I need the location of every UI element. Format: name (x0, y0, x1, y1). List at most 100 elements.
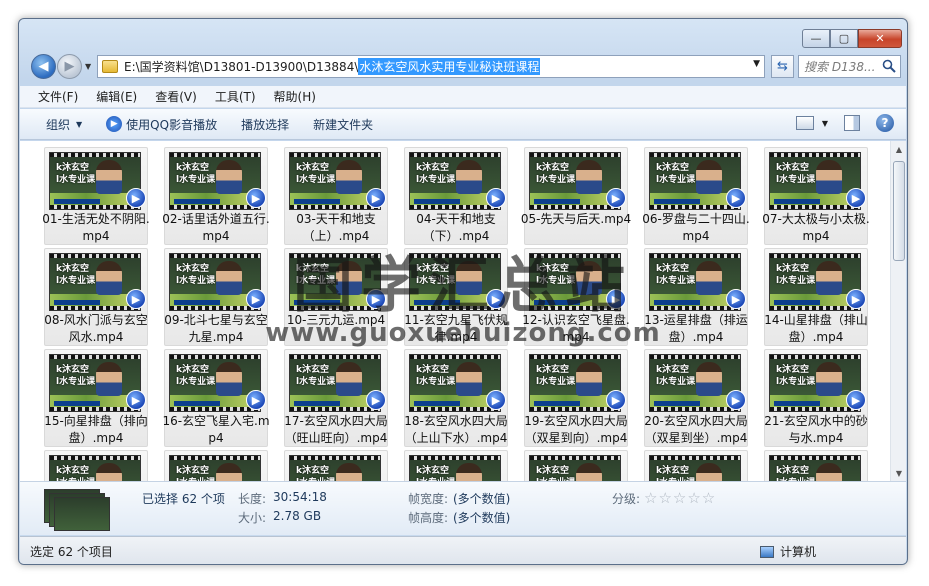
minimize-button[interactable]: — (802, 29, 830, 48)
file-tile[interactable]: k沐玄空 l水专业课 ▶ 21-玄空风水中的砂与水.mp4 (764, 349, 868, 447)
menu-help[interactable]: 帮助(H) (274, 88, 316, 105)
scroll-down-icon[interactable]: ▼ (891, 465, 906, 481)
file-tile[interactable]: k沐玄空 l水专业课 ▶ 14-山星排盘（排山盘）.mp4 (764, 248, 868, 346)
help-icon[interactable]: ? (876, 114, 894, 132)
file-tile[interactable]: k沐玄空 l水专业课 ▶ 09-北斗七星与玄空九星.mp4 (164, 248, 268, 346)
scroll-thumb[interactable] (893, 161, 905, 261)
video-file-icon: ▶ (366, 289, 386, 309)
video-thumbnail: k沐玄空l水专业课 (289, 455, 381, 481)
file-tile[interactable]: k沐玄空 l水专业课 ▶ 17-玄空风水四大局（旺山旺向）.mp4 (284, 349, 388, 447)
file-tile[interactable]: k沐玄空 l水专业课 ▶ 10-三元九运.mp4 (284, 248, 388, 346)
thumbnail-title: k沐玄空l水专业课 (656, 163, 696, 185)
computer-icon (759, 545, 774, 558)
caption-buttons: — ▢ ✕ (802, 29, 902, 48)
file-name: 18-玄空风水四大局（上山下水）.mp4 (404, 414, 508, 445)
file-tile[interactable]: k沐玄空 l水专业课 ▶ 07-大太极与小太极.mp4 (762, 147, 870, 245)
menu-view[interactable]: 查看(V) (155, 88, 197, 105)
menu-tools[interactable]: 工具(T) (215, 88, 256, 105)
file-tile[interactable]: k沐玄空 l水专业课 ▶ 02-话里话外道五行.mp4 (162, 147, 270, 245)
back-button[interactable]: ◀ (31, 54, 56, 79)
file-tile[interactable]: k沐玄空 l水专业课 ▶ 05-先天与后天.mp4 (521, 147, 631, 245)
thumbnail-title: k沐玄空l水专业课 (536, 365, 576, 387)
scroll-up-icon[interactable]: ▲ (891, 141, 906, 157)
file-tile[interactable]: k沐玄空 l水专业课 ▶ 15-向星排盘（排向盘）.mp4 (44, 349, 148, 447)
file-tile[interactable]: k沐玄空 l水专业课 ▶ 03-天干和地支（上）.mp4 (284, 147, 388, 245)
address-dropdown-icon[interactable]: ▼ (753, 59, 760, 69)
file-name: 21-玄空风水中的砂与水.mp4 (764, 414, 868, 445)
play-with-qq-button[interactable]: ▶ 使用QQ影音播放 (106, 116, 217, 133)
refresh-button[interactable]: ⇆ (771, 55, 794, 78)
file-tile[interactable]: k沐玄空 l水专业课 ▶ 12-认识玄空飞星盘.mp4 (522, 248, 630, 346)
video-file-icon: ▶ (606, 390, 626, 410)
video-file-icon: ▶ (366, 390, 386, 410)
file-tile[interactable]: k沐玄空 l水专业课 ▶ 16-玄空飞星入宅.mp4 (162, 349, 270, 447)
thumbnail-title: k沐玄空l水专业课 (176, 466, 215, 481)
view-dropdown-icon: ▼ (821, 118, 828, 128)
address-bar[interactable]: E:\国学资料馆\D13801-D13900\D13884 \ 水沐玄空风水实用… (97, 55, 765, 78)
thumbnail-title: k沐玄空l水专业课 (296, 365, 336, 387)
file-name: 07-大太极与小太极.mp4 (762, 212, 870, 243)
file-tile[interactable]: k沐玄空 l水专业课 ▶ 13-运星排盘（排运盘）.mp4 (644, 248, 748, 346)
thumbnail-title: k沐玄空l水专业课 (56, 163, 96, 185)
file-tile[interactable]: k沐玄空 l水专业课 ▶ 11-玄空九星飞伏规律.mp4 (404, 248, 508, 346)
file-name: 03-天干和地支（上）.mp4 (296, 212, 376, 243)
video-file-icon: ▶ (366, 188, 386, 208)
file-tile[interactable]: k沐玄空 l水专业课 ▶ 18-玄空风水四大局（上山下水）.mp4 (404, 349, 508, 447)
folder-icon (102, 60, 118, 73)
file-tile[interactable]: k沐玄空l水专业课▶ (524, 450, 628, 481)
file-tile[interactable]: k沐玄空l水专业课▶ (44, 450, 148, 481)
file-tile[interactable]: k沐玄空 l水专业课 ▶ 06-罗盘与二十四山.mp4 (642, 147, 750, 245)
menu-file[interactable]: 文件(F) (38, 88, 78, 105)
preview-pane-icon[interactable] (844, 115, 860, 131)
file-tile[interactable]: k沐玄空l水专业课▶ (404, 450, 508, 481)
file-name: 08-风水门派与玄空风水.mp4 (44, 313, 148, 344)
frame-height-value: (多个数值) (453, 511, 511, 525)
thumbnail-title: k沐玄空l水专业课 (776, 365, 816, 387)
file-name: 14-山星排盘（排山盘）.mp4 (764, 313, 868, 344)
file-tile[interactable]: k沐玄空 l水专业课 ▶ 04-天干和地支（下）.mp4 (404, 147, 508, 245)
new-folder-button[interactable]: 新建文件夹 (313, 116, 373, 133)
video-thumbnail: k沐玄空l水专业课 (49, 455, 141, 481)
address-selected-folder: 水沐玄空风水实用专业秘诀班课程 (358, 58, 541, 75)
file-tile[interactable]: k沐玄空l水专业课▶ (764, 450, 868, 481)
recent-pages-dropdown-icon[interactable]: ▼ (85, 62, 91, 71)
file-name: 01-生活无处不阴阳.mp4 (42, 212, 150, 243)
forward-button[interactable]: ▶ (57, 54, 82, 79)
organize-button[interactable]: 组织 ▼ (46, 116, 82, 133)
thumbnail-title: k沐玄空l水专业课 (656, 466, 695, 481)
file-tile[interactable]: k沐玄空 l水专业课 ▶ 01-生活无处不阴阳.mp4 (42, 147, 150, 245)
video-thumbnail: k沐玄空l水专业课 (769, 455, 861, 481)
video-file-icon: ▶ (846, 188, 866, 208)
video-file-icon: ▶ (726, 289, 746, 309)
video-file-icon: ▶ (126, 390, 146, 410)
thumbnail-title: k沐玄空l水专业课 (776, 466, 815, 481)
play-with-qq-label: 使用QQ影音播放 (126, 117, 218, 132)
video-file-icon: ▶ (846, 289, 866, 309)
file-tile[interactable]: k沐玄空 l水专业课 ▶ 20-玄空风水四大局（双星到坐）.mp4 (644, 349, 748, 447)
menu-edit[interactable]: 编辑(E) (96, 88, 137, 105)
selected-count: 已选择 62 个项 (142, 492, 225, 506)
file-name: 19-玄空风水四大局（双星到向）.mp4 (524, 414, 628, 445)
rating-label: 分级: (612, 492, 641, 506)
file-tile[interactable]: k沐玄空l水专业课▶ (284, 450, 388, 481)
new-folder-label: 新建文件夹 (313, 117, 374, 132)
search-icon[interactable] (882, 59, 896, 73)
file-name: 10-三元九运.mp4 (286, 313, 386, 327)
play-selection-button[interactable]: 播放选择 (241, 116, 289, 133)
thumbnail-title: k沐玄空l水专业课 (56, 365, 96, 387)
file-tile[interactable]: k沐玄空l水专业课▶ (164, 450, 268, 481)
organize-label: 组织 (46, 117, 71, 132)
file-tile[interactable]: k沐玄空 l水专业课 ▶ 08-风水门派与玄空风水.mp4 (44, 248, 148, 346)
rating-stars[interactable]: ☆☆☆☆☆ (644, 489, 716, 507)
thumbnail-title: k沐玄空l水专业课 (416, 264, 456, 286)
file-tile[interactable]: k沐玄空l水专业课▶ (644, 450, 748, 481)
maximize-button[interactable]: ▢ (830, 29, 858, 48)
file-tile[interactable]: k沐玄空 l水专业课 ▶ 19-玄空风水四大局（双星到向）.mp4 (524, 349, 628, 447)
vertical-scrollbar[interactable]: ▲ ▼ (890, 141, 906, 481)
chevron-down-icon: ▼ (76, 119, 83, 129)
close-button[interactable]: ✕ (858, 29, 902, 48)
frame-height-label: 帧高度: (408, 511, 449, 525)
search-input[interactable]: 搜索 D138... (798, 55, 901, 78)
change-view-button[interactable]: ▼ (795, 116, 828, 130)
video-file-icon: ▶ (606, 289, 626, 309)
